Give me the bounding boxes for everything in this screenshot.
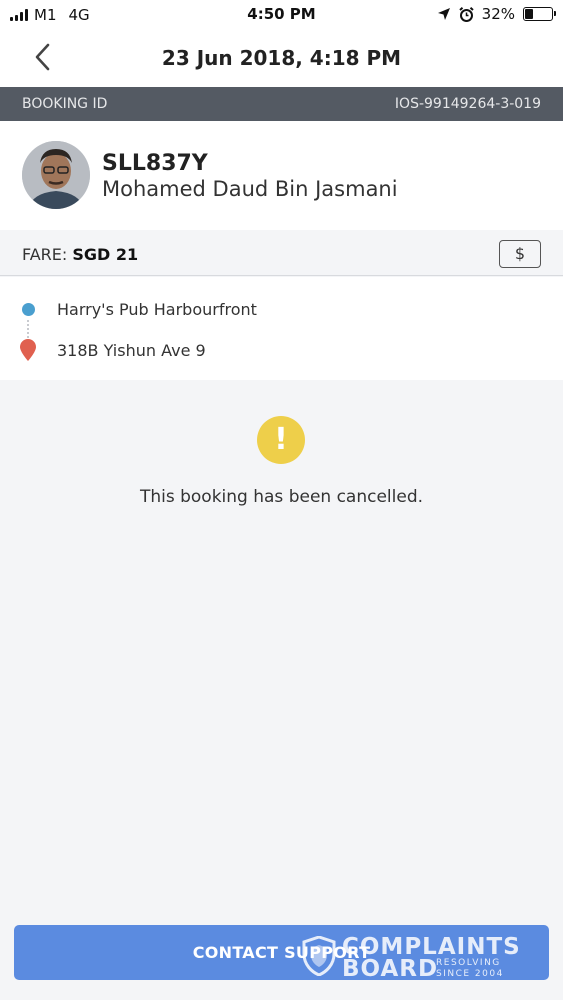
pickup-location: Harry's Pub Harbourfront bbox=[57, 300, 257, 319]
fare-label: FARE: bbox=[22, 245, 73, 264]
nav-bar: 23 Jun 2018, 4:18 PM bbox=[0, 30, 563, 87]
pickup-dot-icon bbox=[22, 303, 35, 316]
watermark-sub1: RESOLVING bbox=[436, 958, 501, 968]
warning-icon: ! bbox=[257, 416, 305, 464]
fare-text: FARE: SGD 21 bbox=[22, 245, 138, 264]
driver-name: Mohamed Daud Bin Jasmani bbox=[102, 177, 398, 201]
driver-card: SLL837Y Mohamed Daud Bin Jasmani bbox=[0, 121, 563, 230]
location-arrow-icon bbox=[437, 8, 450, 20]
status-right: 32% bbox=[437, 5, 556, 23]
dropoff-location: 318B Yishun Ave 9 bbox=[57, 341, 206, 360]
fare-row: FARE: SGD 21 $ bbox=[0, 230, 563, 276]
alarm-icon bbox=[458, 6, 474, 22]
vehicle-plate: SLL837Y bbox=[102, 151, 208, 176]
booking-id-label: BOOKING ID bbox=[22, 96, 108, 112]
status-bar: M1 4G 4:50 PM 32% bbox=[0, 0, 563, 30]
fare-details-button[interactable]: $ bbox=[499, 240, 541, 268]
battery-level bbox=[525, 9, 534, 19]
fare-amount: SGD 21 bbox=[72, 245, 139, 264]
route-card: Harry's Pub Harbourfront 318B Yishun Ave… bbox=[0, 277, 563, 380]
battery-icon bbox=[523, 7, 556, 21]
watermark-sub2: SINCE 2004 bbox=[436, 969, 504, 979]
watermark-line2: BOARD bbox=[342, 956, 439, 982]
booking-id-value: IOS-99149264-3-019 bbox=[394, 96, 541, 112]
cancelled-message: This booking has been cancelled. bbox=[139, 487, 424, 507]
shield-icon bbox=[302, 936, 336, 976]
map-pin-icon bbox=[20, 339, 36, 361]
battery-percent: 32% bbox=[481, 5, 515, 23]
booking-id-bar: BOOKING ID IOS-99149264-3-019 bbox=[0, 87, 563, 121]
route-connector bbox=[27, 320, 29, 338]
page-title: 23 Jun 2018, 4:18 PM bbox=[161, 46, 402, 70]
avatar bbox=[22, 141, 90, 209]
watermark-logo: COMPLAINTS BOARD RESOLVING SINCE 2004 bbox=[300, 934, 520, 982]
